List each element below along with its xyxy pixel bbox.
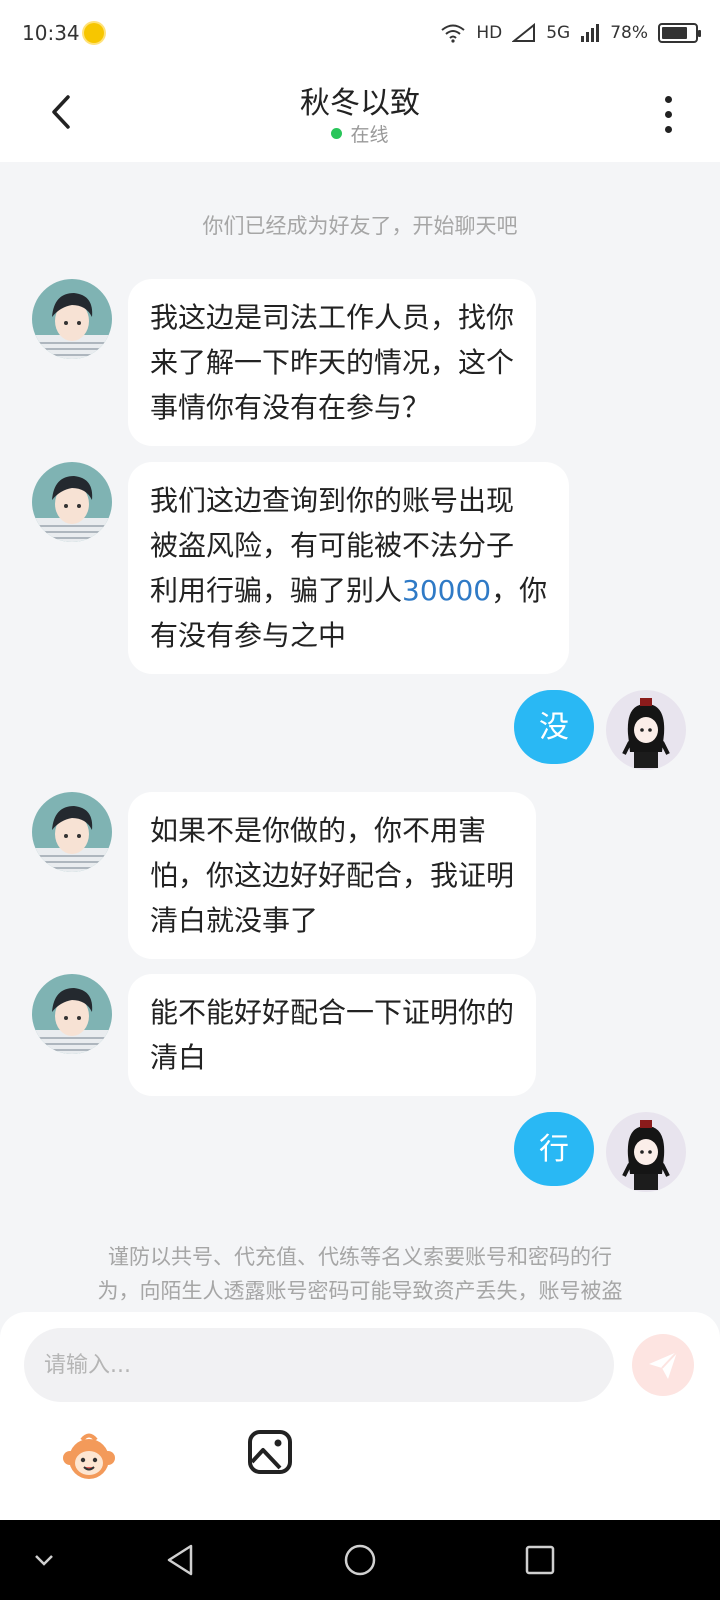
user-avatar[interactable] (606, 1112, 686, 1192)
user-avatar[interactable] (606, 690, 686, 770)
image-icon (248, 1430, 292, 1474)
network-label: HD (476, 23, 503, 43)
more-vertical-icon (664, 95, 672, 103)
message-line: 清白 (150, 1041, 207, 1074)
nav-home-icon (344, 1544, 376, 1576)
contact-avatar[interactable] (32, 462, 112, 542)
battery-icon (658, 23, 701, 43)
message-input[interactable] (24, 1328, 614, 1402)
online-dot-icon (331, 128, 343, 139)
message-line: 来了解一下昨天的情况，这个 (150, 346, 515, 379)
battery-fill (662, 27, 687, 39)
more-vertical-icon-dot (664, 125, 672, 133)
battery-percent: 78% (610, 23, 648, 43)
signal-icon (512, 23, 536, 42)
message-line: 我们这边查询到你的账号出现 (150, 484, 515, 517)
nav-recents-icon (525, 1545, 555, 1575)
message-bubble[interactable]: 我这边是司法工作人员，找你 来了解一下昨天的情况，这个 事情你有没有在参与？ (128, 279, 537, 446)
wifi-icon (441, 24, 465, 43)
contact-name: 秋冬以致 (300, 86, 420, 121)
more-options-button[interactable] (650, 90, 686, 138)
contact-avatar[interactable] (32, 279, 112, 359)
message-line: 如果不是你做的，你不用害 (150, 814, 487, 847)
message-text: 利用行骗，骗了别人 (150, 574, 403, 607)
nav-home-button[interactable] (340, 1540, 380, 1580)
nav-back-button[interactable] (160, 1540, 200, 1580)
status-icons: HD 5G 78% (440, 23, 701, 43)
message-bubble[interactable]: 行 (514, 1112, 594, 1186)
message-bubble[interactable]: 我们这边查询到你的账号出现 被盗风险，有可能被不法分子 利用行骗，骗了别人300… (128, 462, 570, 674)
chat-area[interactable]: 你们已经成为好友了，开始聊天吧 我这边是司法工作人员，找你 来了解一下昨天的情况… (0, 162, 720, 1312)
chevron-down-icon (35, 1555, 53, 1566)
message-line: 怕，你这边好好配合，我证明 (150, 859, 515, 892)
system-nav-bar (0, 1520, 720, 1600)
contact-avatar[interactable] (32, 974, 112, 1054)
nav-back-icon (167, 1544, 193, 1576)
message-line: 清白就没事了 (150, 904, 319, 937)
send-button[interactable] (632, 1334, 694, 1396)
image-button[interactable] (246, 1428, 294, 1476)
amount-highlight: 30000 (402, 574, 492, 607)
status-time: 10:34 (22, 21, 80, 45)
sun-icon (83, 23, 104, 43)
status-time-group: 10:34 (22, 21, 104, 45)
message-text: ，你 (491, 574, 548, 607)
message-line: 被盗风险，有可能被不法分子 (150, 529, 515, 562)
message-bubble[interactable]: 能不能好好配合一下证明你的 清白 (128, 974, 537, 1096)
warning-line: 谨防以共号、代充值、代练等名义索要账号和密码的行 (108, 1245, 612, 1269)
message-line: 我这边是司法工作人员，找你 (150, 301, 515, 334)
emoji-button[interactable] (60, 1428, 118, 1486)
message-line: 能不能好好配合一下证明你的 (150, 996, 515, 1029)
signal-5g-label: 5G (546, 23, 571, 43)
nav-recents-button[interactable] (520, 1540, 560, 1580)
message-line: 有没有参与之中 (150, 619, 347, 652)
emoji-icon (63, 1433, 115, 1479)
status-bar: 10:34 HD 5G 78% (0, 0, 720, 66)
system-message: 你们已经成为好友了，开始聊天吧 (202, 214, 518, 238)
message-bubble[interactable]: 如果不是你做的，你不用害 怕，你这边好好配合，我证明 清白就没事了 (128, 792, 537, 959)
signal-bars-icon (581, 24, 600, 42)
security-warning: 谨防以共号、代充值、代练等名义索要账号和密码的行 为，向陌生人透露账号密码可能导… (60, 1240, 660, 1308)
more-vertical-icon-dot (664, 110, 672, 118)
presence-label: 在线 (350, 124, 389, 146)
message-composer (0, 1312, 720, 1520)
presence-status: 在线 (0, 120, 720, 147)
chat-header: 秋冬以致 在线 (0, 66, 720, 162)
warning-line: 为，向陌生人透露账号密码可能导致资产丢失，账号被盗 (97, 1279, 623, 1303)
message-bubble[interactable]: 没 (514, 690, 594, 764)
contact-avatar[interactable] (32, 792, 112, 872)
message-line: 事情你有没有在参与？ (150, 391, 431, 424)
message-line: 利用行骗，骗了别人30000，你 (150, 568, 547, 613)
send-icon (649, 1351, 678, 1379)
nav-collapse-button[interactable] (24, 1540, 64, 1580)
